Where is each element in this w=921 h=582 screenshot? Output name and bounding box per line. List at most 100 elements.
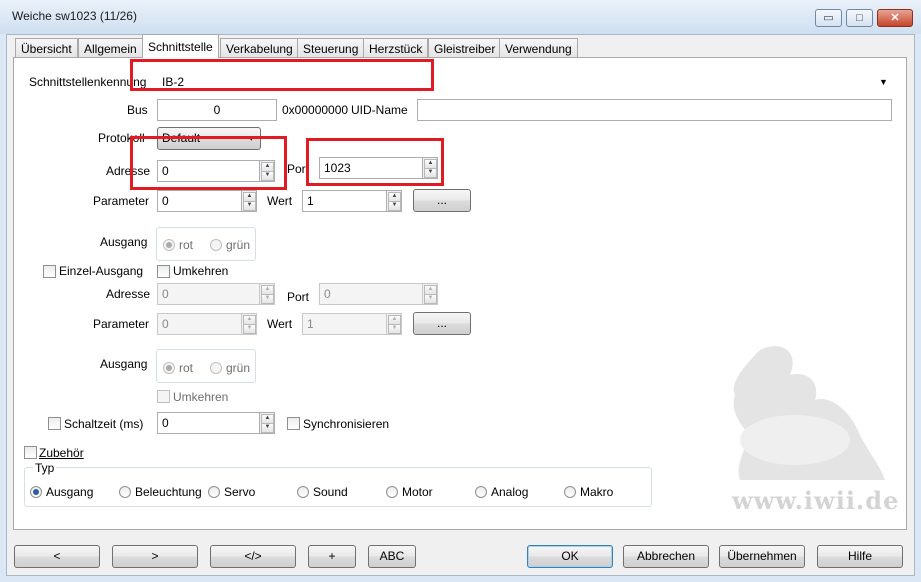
apply-button[interactable]: Übernehmen	[719, 545, 805, 568]
parameter-more-button[interactable]: ...	[413, 189, 471, 212]
invert-checkbox[interactable]	[157, 265, 170, 278]
single-value-label: Wert	[267, 317, 293, 331]
minimize-button[interactable]: ▭	[815, 9, 842, 27]
output-rot-radio[interactable]	[163, 239, 175, 251]
single-address-spinner[interactable]: ▲ ▼	[260, 283, 275, 305]
spin-down-icon[interactable]: ▼	[243, 324, 256, 334]
switch-time-checkbox[interactable]	[48, 417, 61, 430]
spin-down-icon[interactable]: ▼	[261, 294, 274, 304]
maximize-icon: □	[856, 12, 863, 24]
type-makro-label: Makro	[580, 485, 614, 499]
value-input[interactable]: 1	[302, 190, 387, 212]
type-beleuchtung-label: Beleuchtung	[135, 485, 202, 499]
type-sound-label: Sound	[313, 485, 348, 499]
single-port-value: 0	[324, 287, 331, 301]
single-output-label: Einzel-Ausgang	[59, 264, 144, 278]
output-gruen-label: grün	[226, 238, 251, 252]
chevron-down-icon: ▼	[879, 77, 888, 87]
help-button[interactable]: Hilfe	[817, 545, 903, 568]
switch-time-input[interactable]: 0	[157, 412, 260, 434]
spin-down-icon[interactable]: ▼	[388, 201, 401, 211]
tab-allgemein[interactable]: Allgemein	[78, 38, 143, 58]
add-button[interactable]: +	[308, 545, 356, 568]
uid-name-label: UID-Name	[351, 103, 408, 117]
single-invert-checkbox[interactable]	[157, 390, 170, 403]
close-icon: ✕	[890, 12, 900, 24]
tab-herzstueck[interactable]: Herzstück	[363, 38, 429, 58]
single-address-input[interactable]: 0	[157, 283, 260, 305]
single-invert-label: Umkehren	[173, 390, 229, 404]
accessory-label: Zubehör	[39, 446, 84, 460]
type-analog-label: Analog	[491, 485, 529, 499]
title-bar[interactable]: Weiche sw1023 (11/26) ▭ □ ✕	[0, 0, 921, 34]
single-output-checkbox[interactable]	[43, 265, 56, 278]
tab-gleistreiber[interactable]: Gleistreiber	[428, 38, 502, 58]
close-button[interactable]: ✕	[877, 9, 913, 27]
bus-label: Bus	[127, 103, 148, 117]
single-value-input[interactable]: 1	[302, 313, 387, 335]
spin-down-icon[interactable]: ▼	[243, 201, 256, 211]
type-beleuchtung-radio[interactable]	[119, 486, 131, 498]
sync-checkbox[interactable]	[287, 417, 300, 430]
type-motor-label: Motor	[402, 485, 433, 499]
single-parameter-more-button[interactable]: ...	[413, 312, 471, 335]
tab-verkabelung[interactable]: Verkabelung	[220, 38, 299, 58]
value-label: Wert	[267, 194, 293, 208]
single-output-gruen-radio[interactable]	[210, 362, 222, 374]
single-output-gruen-label: grün	[226, 361, 251, 375]
spin-down-icon[interactable]: ▼	[424, 294, 437, 304]
previous-button[interactable]: <	[14, 545, 100, 568]
value-spinner[interactable]: ▲ ▼	[387, 190, 402, 212]
parameter-input[interactable]: 0	[157, 190, 242, 212]
ok-button[interactable]: OK	[527, 545, 613, 568]
type-motor-radio[interactable]	[386, 486, 398, 498]
type-servo-radio[interactable]	[208, 486, 220, 498]
type-analog-radio[interactable]	[475, 486, 487, 498]
goat-logo	[733, 346, 885, 480]
output-label: Ausgang	[100, 235, 148, 249]
value-value: 1	[307, 194, 314, 208]
parameter-spinner[interactable]: ▲ ▼	[242, 190, 257, 212]
single-address-value: 0	[162, 287, 169, 301]
single-parameter-label: Parameter	[93, 317, 150, 331]
uid-name-input[interactable]	[417, 99, 892, 121]
tab-verwendung[interactable]: Verwendung	[499, 38, 578, 58]
single-output-rot-radio[interactable]	[163, 362, 175, 374]
accessory-checkbox[interactable]	[24, 446, 37, 459]
window-title: Weiche sw1023 (11/26)	[12, 9, 137, 23]
switch-time-label: Schaltzeit (ms)	[64, 417, 144, 431]
spin-down-icon[interactable]: ▼	[388, 324, 401, 334]
single-parameter-input[interactable]: 0	[157, 313, 242, 335]
switch-time-spinner[interactable]: ▲ ▼	[260, 412, 275, 434]
single-port-input[interactable]: 0	[319, 283, 423, 305]
single-port-label: Port	[287, 290, 310, 304]
output-rot-label: rot	[179, 238, 194, 252]
single-value-spinner[interactable]: ▲ ▼	[387, 313, 402, 335]
single-parameter-value: 0	[162, 317, 169, 331]
tab-steuerung[interactable]: Steuerung	[297, 38, 365, 58]
switch-time-value: 0	[162, 416, 169, 430]
bus-input[interactable]: 0	[157, 99, 277, 121]
type-ausgang-label: Ausgang	[46, 485, 94, 499]
cancel-button[interactable]: Abbrechen	[623, 545, 709, 568]
tab-schnittstelle[interactable]: Schnittstelle	[142, 34, 219, 58]
single-port-spinner[interactable]: ▲ ▼	[423, 283, 438, 305]
type-makro-radio[interactable]	[564, 486, 576, 498]
accessory-type-label: Typ	[33, 461, 57, 475]
bus-value: 0	[213, 103, 221, 117]
tab-uebersicht[interactable]: Übersicht	[15, 38, 78, 58]
type-sound-radio[interactable]	[297, 486, 309, 498]
maximize-button[interactable]: □	[846, 9, 873, 27]
single-output-rot-label: rot	[179, 361, 194, 375]
code-button[interactable]: </>	[210, 545, 296, 568]
type-servo-label: Servo	[224, 485, 256, 499]
type-ausgang-radio[interactable]	[30, 486, 42, 498]
next-button[interactable]: >	[112, 545, 198, 568]
interface-id-label: Schnittstellenkennung	[29, 75, 147, 89]
bus-hex-value: 0x00000000	[282, 103, 349, 117]
abc-button[interactable]: ABC	[368, 545, 416, 568]
output-gruen-radio[interactable]	[210, 239, 222, 251]
invert-label: Umkehren	[173, 264, 229, 278]
spin-down-icon[interactable]: ▼	[261, 423, 274, 433]
single-parameter-spinner[interactable]: ▲ ▼	[242, 313, 257, 335]
